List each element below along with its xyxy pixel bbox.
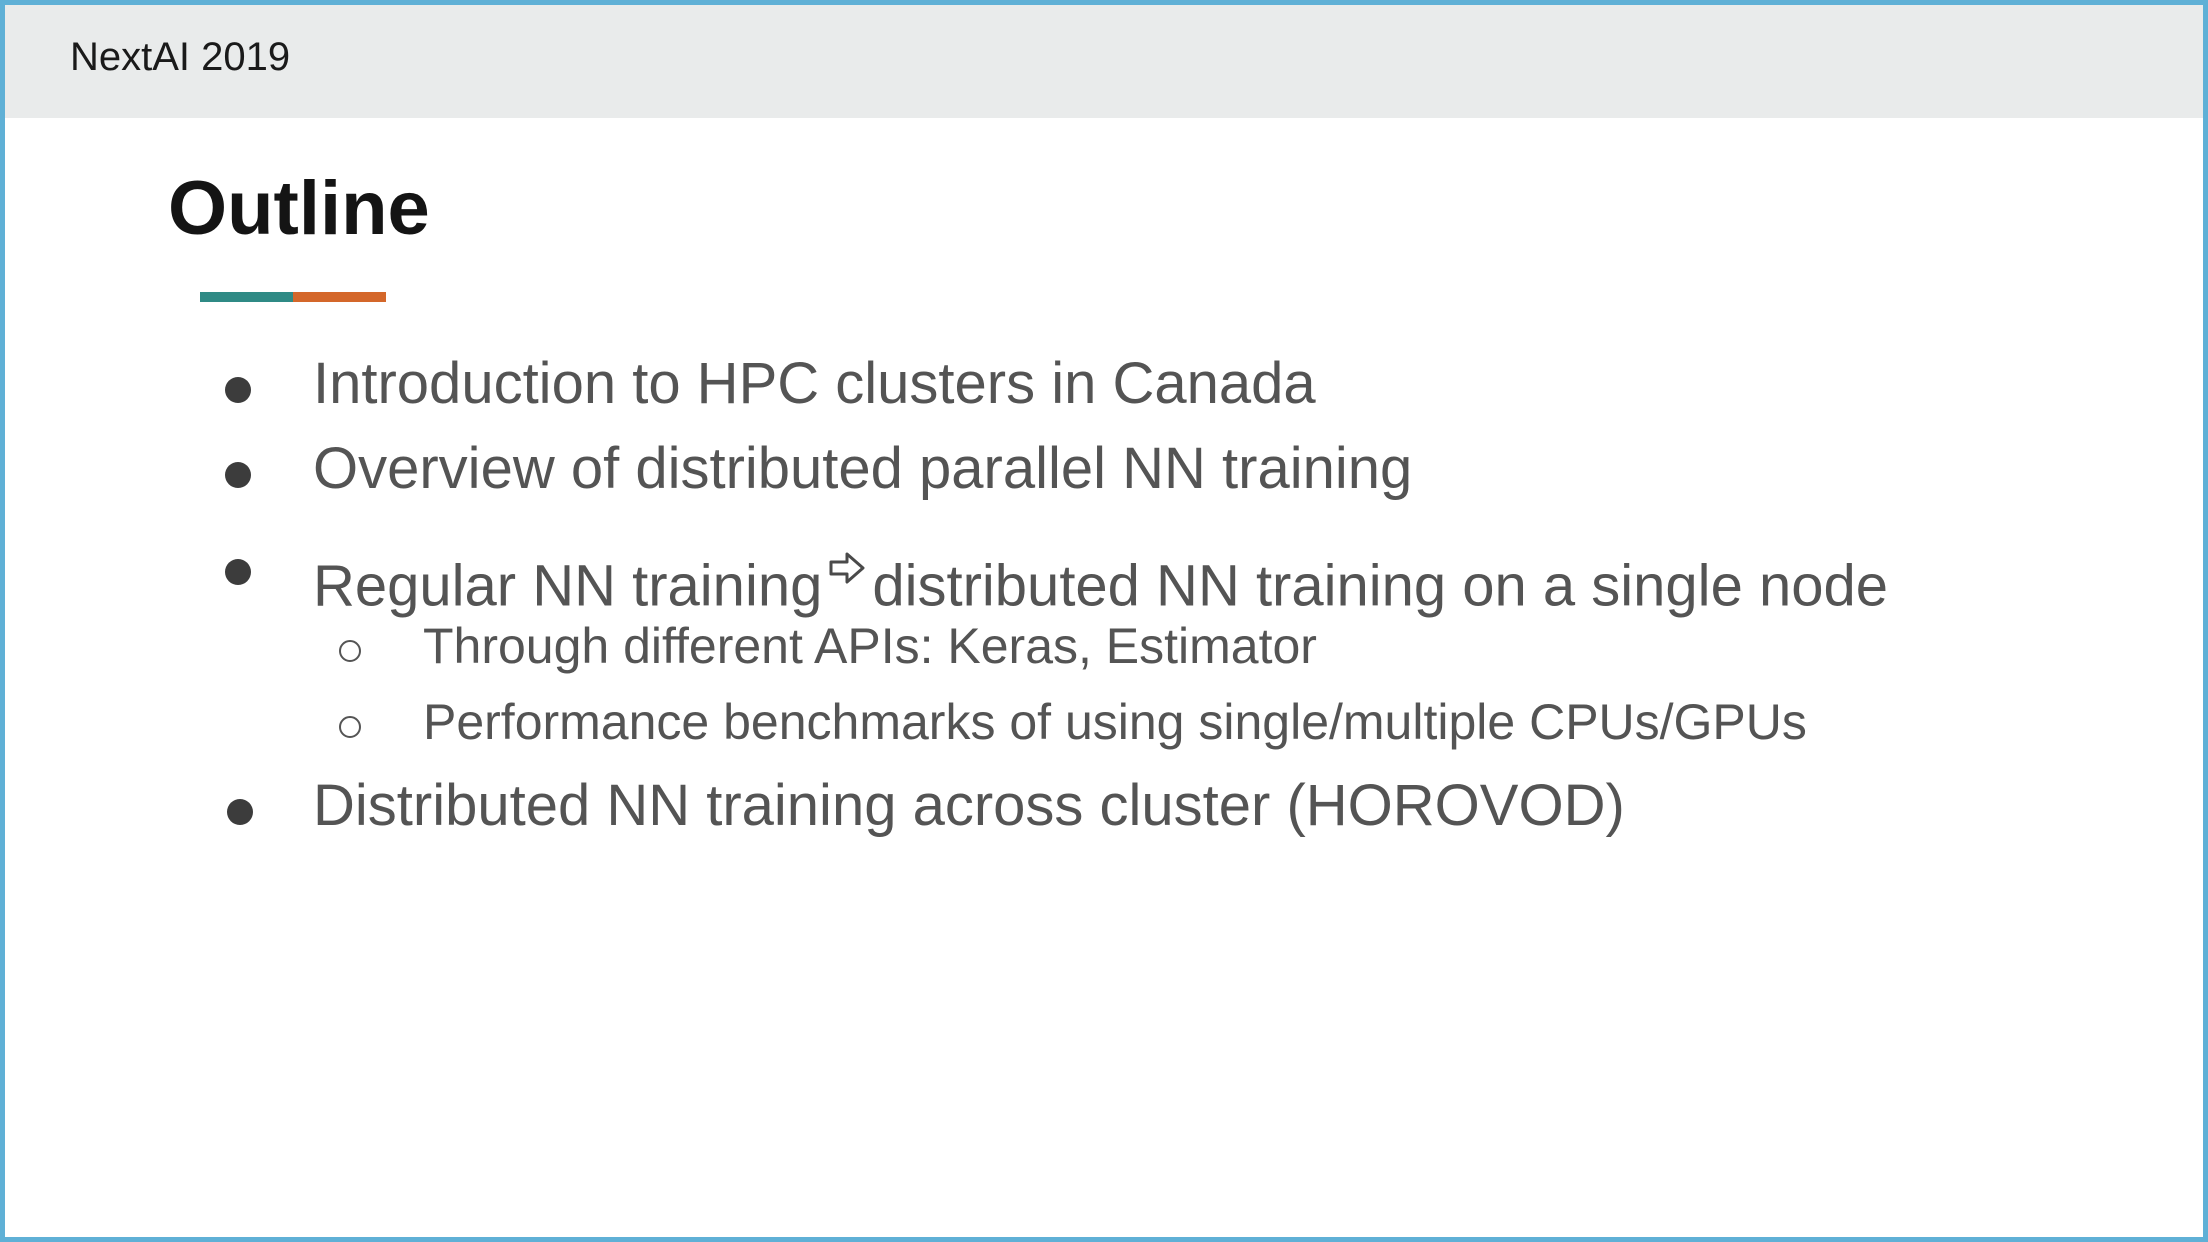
bullet-ring-icon — [339, 640, 361, 662]
sub-bullet-item: Through different APIs: Keras, Estimator — [5, 617, 2203, 683]
bullet-dot-icon — [225, 462, 251, 488]
bullet-ring-icon — [339, 716, 361, 738]
bullet-text: Distributed NN training across cluster (… — [313, 773, 1625, 838]
title-underline — [200, 292, 386, 302]
slide-header-bar: NextAI 2019 — [5, 5, 2203, 118]
bullet-dot-icon — [227, 799, 253, 825]
bullet-text-before-arrow: Regular NN training — [313, 553, 823, 619]
bullet-text: Introduction to HPC clusters in Canada — [313, 351, 1316, 416]
underline-orange-segment — [293, 292, 386, 302]
slide-frame: NextAI 2019 Outline Introduction to HPC … — [0, 0, 2208, 1242]
sub-bullet-item: Performance benchmarks of using single/m… — [5, 693, 2203, 759]
header-title: NextAI 2019 — [70, 35, 291, 79]
slide-title: Outline — [168, 166, 430, 251]
underline-teal-segment — [200, 292, 293, 302]
bullet-text: Regular NN training distributed NN traini… — [313, 532, 1888, 619]
bullet-item: Overview of distributed parallel NN trai… — [5, 435, 2203, 515]
bullet-text: Overview of distributed parallel NN trai… — [313, 436, 1413, 501]
bullet-item: Introduction to HPC clusters in Canada — [5, 350, 2203, 430]
sub-bullet-text: Performance benchmarks of using single/m… — [423, 694, 1807, 750]
bullet-dot-icon — [225, 559, 251, 585]
right-arrow-icon — [828, 532, 866, 599]
sub-bullet-text: Through different APIs: Keras, Estimator — [423, 618, 1317, 674]
bullet-item: Distributed NN training across cluster (… — [5, 772, 2203, 852]
bullet-dot-icon — [225, 377, 251, 403]
bullet-text-after-arrow: distributed NN training on a single node — [872, 553, 1888, 619]
bullet-item: Regular NN training distributed NN traini… — [5, 532, 2203, 618]
